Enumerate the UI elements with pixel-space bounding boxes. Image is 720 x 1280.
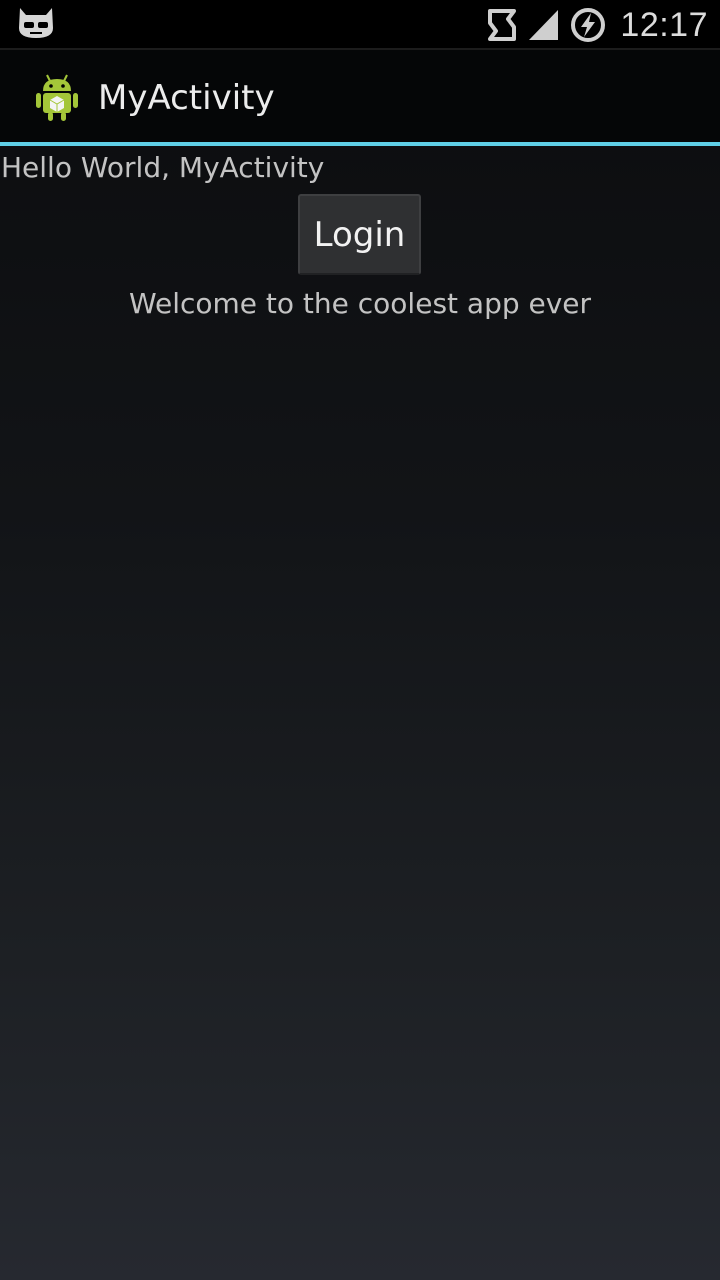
welcome-text: Welcome to the coolest app ever xyxy=(128,287,592,320)
app-screen: 12:17 MyActivity Hello World, MyActivity… xyxy=(0,0,720,1280)
sync-icon xyxy=(486,8,518,42)
android-robot-icon[interactable] xyxy=(34,72,80,122)
status-bar: 12:17 xyxy=(0,0,720,50)
action-bar-divider xyxy=(0,142,720,146)
login-button[interactable]: Login xyxy=(298,194,421,275)
battery-charging-icon xyxy=(570,7,606,43)
hello-text: Hello World, MyActivity xyxy=(1,151,325,184)
status-icons: 12:17 xyxy=(486,0,708,50)
action-bar: MyActivity xyxy=(0,50,720,142)
signal-icon xyxy=(528,8,560,42)
app-title: MyActivity xyxy=(98,78,275,118)
cyanogenmod-mascot-icon xyxy=(19,8,53,38)
status-clock: 12:17 xyxy=(620,5,708,44)
